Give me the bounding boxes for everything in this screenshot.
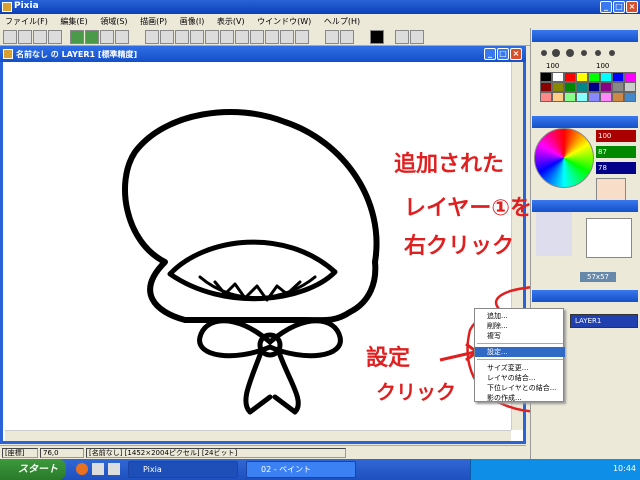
zoom-out-icon[interactable] bbox=[410, 30, 424, 44]
ctx-separator bbox=[477, 359, 563, 360]
quicklaunch-icon[interactable] bbox=[108, 463, 120, 475]
brush-shape-grid[interactable] bbox=[536, 212, 572, 256]
green-value[interactable]: 87 bbox=[596, 146, 636, 158]
zoom-in-icon[interactable] bbox=[395, 30, 409, 44]
ctx-duplicate[interactable]: 複写 bbox=[475, 331, 565, 341]
ctx-merge-layers[interactable]: レイヤの結合... bbox=[475, 373, 565, 383]
maximize-button[interactable]: □ bbox=[613, 1, 625, 13]
annotation-line1: 追加された bbox=[394, 152, 505, 177]
ctx-create-shadow[interactable]: 影の作成... bbox=[475, 393, 565, 403]
app-icon bbox=[2, 2, 12, 12]
curve-icon[interactable] bbox=[205, 30, 219, 44]
fill-icon[interactable] bbox=[265, 30, 279, 44]
blue-value[interactable]: 78 bbox=[596, 162, 636, 174]
new-icon[interactable] bbox=[3, 30, 17, 44]
firefox-icon[interactable] bbox=[76, 463, 88, 475]
status-bar: [座標] 76,0 [名前なし] [1452×2004ピクセル] [24ビット] bbox=[0, 445, 526, 459]
eraser-icon[interactable] bbox=[325, 30, 339, 44]
magic-wand-icon[interactable] bbox=[250, 30, 264, 44]
close-button[interactable]: × bbox=[626, 1, 638, 13]
system-tray: 10:44 bbox=[470, 459, 640, 480]
paste-icon[interactable] bbox=[115, 30, 129, 44]
menu-selection[interactable]: 領域(S) bbox=[95, 14, 132, 27]
title-bar: Pixia _ □ × bbox=[0, 0, 640, 14]
ellipse-icon[interactable] bbox=[190, 30, 204, 44]
layer-panel-title bbox=[532, 290, 638, 302]
gradient-icon[interactable] bbox=[280, 30, 294, 44]
undo-icon[interactable] bbox=[70, 30, 84, 44]
rect-icon[interactable] bbox=[160, 30, 174, 44]
taskbar: スタート Pixia 02 - ペイント 10:44 bbox=[0, 459, 640, 480]
status-image-info: [名前なし] [1452×2004ピクセル] [24ビット] bbox=[86, 448, 346, 458]
annotation-line3: 右クリック bbox=[404, 234, 515, 259]
ctx-merge-down[interactable]: 下位レイヤとの結合... bbox=[475, 383, 565, 393]
current-color-swatch bbox=[596, 178, 626, 202]
save-icon[interactable] bbox=[33, 30, 47, 44]
toolbar bbox=[0, 28, 530, 46]
task-paint[interactable]: 02 - ペイント bbox=[246, 461, 356, 478]
context-menu: 追加... 削除... 複写 設定... サイズ変更... レイヤの結合... … bbox=[474, 308, 565, 403]
document-icon bbox=[3, 49, 13, 59]
lasso-icon[interactable] bbox=[235, 30, 249, 44]
ctx-separator bbox=[477, 343, 563, 344]
doc-minimize-button[interactable]: _ bbox=[484, 48, 496, 60]
brush-tool-row[interactable] bbox=[534, 46, 638, 60]
doc-close-button[interactable]: × bbox=[510, 48, 522, 60]
status-coord-value: 76,0 bbox=[40, 448, 84, 458]
pattern-icon[interactable] bbox=[295, 30, 309, 44]
annotation-settings: 設定 bbox=[366, 346, 411, 371]
copy-icon[interactable] bbox=[100, 30, 114, 44]
document-title-bar: 名前なし の LAYER1 [標準精度] _ □ × bbox=[0, 46, 526, 62]
text-icon[interactable] bbox=[340, 30, 354, 44]
palette-value-1: 100 bbox=[546, 62, 560, 70]
brush-panel-title bbox=[532, 200, 638, 212]
color-palette[interactable] bbox=[540, 72, 636, 112]
menu-image[interactable]: 画像(I) bbox=[175, 14, 210, 27]
print-icon[interactable] bbox=[48, 30, 62, 44]
color-panel-title bbox=[532, 116, 638, 128]
document-title: 名前なし の LAYER1 [標準精度] bbox=[16, 50, 138, 59]
ctx-resize[interactable]: サイズ変更... bbox=[475, 363, 565, 373]
brush-preview bbox=[586, 218, 632, 258]
doc-maximize-button[interactable]: □ bbox=[497, 48, 509, 60]
menu-file[interactable]: ファイル(F) bbox=[0, 14, 53, 27]
menu-edit[interactable]: 編集(E) bbox=[55, 14, 92, 27]
brush-size-label: 57x57 bbox=[580, 272, 616, 282]
minimize-button[interactable]: _ bbox=[600, 1, 612, 13]
red-value[interactable]: 100 bbox=[596, 130, 636, 142]
menu-draw[interactable]: 描画(P) bbox=[135, 14, 172, 27]
start-button[interactable]: スタート bbox=[0, 459, 66, 480]
app-title: Pixia bbox=[14, 1, 39, 11]
line-icon[interactable] bbox=[175, 30, 189, 44]
tool-panel-title bbox=[532, 30, 638, 42]
ctx-settings[interactable]: 設定... bbox=[475, 347, 565, 357]
menu-help[interactable]: ヘルプ(H) bbox=[319, 14, 365, 27]
layer-item-layer1[interactable]: LAYER1 bbox=[570, 314, 638, 328]
horizontal-scrollbar[interactable] bbox=[5, 430, 511, 441]
menu-window[interactable]: ウインドウ(W) bbox=[252, 14, 316, 27]
redo-icon[interactable] bbox=[85, 30, 99, 44]
pen-icon[interactable] bbox=[145, 30, 159, 44]
color-swatch-icon[interactable] bbox=[370, 30, 384, 44]
curve2-icon[interactable] bbox=[220, 30, 234, 44]
ctx-delete[interactable]: 削除... bbox=[475, 321, 565, 331]
color-wheel[interactable] bbox=[534, 128, 594, 188]
quicklaunch-icon[interactable] bbox=[92, 463, 104, 475]
ctx-add[interactable]: 追加... bbox=[475, 311, 565, 321]
clock: 10:44 bbox=[612, 464, 636, 473]
palette-value-2: 100 bbox=[596, 62, 610, 70]
open-icon[interactable] bbox=[18, 30, 32, 44]
menu-view[interactable]: 表示(V) bbox=[212, 14, 250, 27]
status-coord-label: [座標] bbox=[2, 448, 38, 458]
task-pixia[interactable]: Pixia bbox=[128, 461, 238, 478]
annotation-line2: レイヤー①を bbox=[404, 196, 532, 221]
menu-bar: ファイル(F) 編集(E) 領域(S) 描画(P) 画像(I) 表示(V) ウイ… bbox=[0, 14, 640, 28]
